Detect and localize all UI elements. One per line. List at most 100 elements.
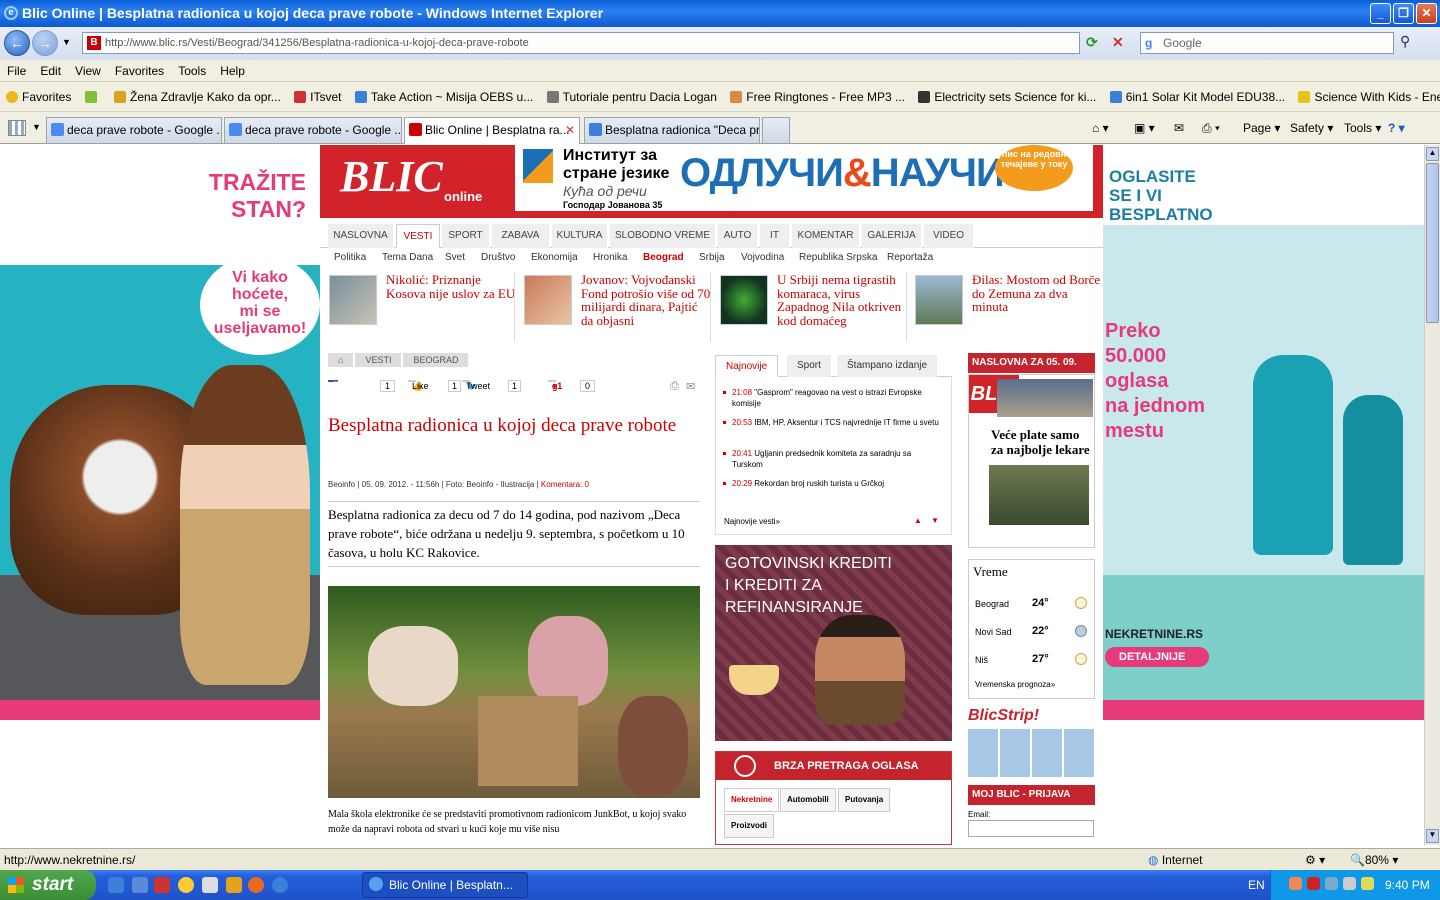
nav-naslovna[interactable]: NASLOVNA [328,224,394,248]
zoom-control[interactable]: 🔍80% ▾ [1350,849,1398,871]
weather-forecast-link[interactable]: Vremenska prognoza» [975,680,1055,689]
subnav-drustvo[interactable]: Društvo [481,252,515,263]
history-dropdown-icon[interactable]: ▼ [62,37,71,47]
quicklaunch-folder-icon[interactable] [226,877,242,893]
fav-item-3[interactable]: Take Action ~ Misija OEBS u... [354,82,543,111]
nav-vesti[interactable]: VESTI [396,224,440,248]
scrollbar-thumb[interactable] [1426,163,1439,323]
network-tray-icon[interactable] [1325,877,1338,890]
quicklaunch-ie-icon[interactable] [108,877,124,893]
tray-icon[interactable] [1361,877,1374,890]
email-input[interactable] [968,820,1094,837]
scroll-up-arrow-icon[interactable]: ▲ [1426,147,1439,161]
headline-text[interactable]: Nikolić: Priznanje Kosova nije uslov za … [386,273,516,300]
breadcrumb-beograd[interactable]: BEOGRAD [403,353,469,367]
headline-text[interactable]: Jovanov: Vojvođanski Fond potrošio više … [581,273,711,327]
menu-tools[interactable]: Tools [171,60,213,82]
quicklaunch-app-icon[interactable] [154,877,170,893]
headline-item[interactable]: Jovanov: Vojvođanski Fond potrošio više … [524,272,711,342]
left-skyscraper-ad[interactable]: TRAŽITE STAN? Vi kako hoćete, mi se useljava… [0,145,320,720]
fav-item-1[interactable]: Žena Zdravlje Kako da opr... [114,82,291,111]
subnav-beograd[interactable]: Beograd [643,252,684,263]
home-icon[interactable]: ⌂ ▾ [1092,118,1109,138]
page-menu[interactable]: Page ▾ [1243,118,1280,138]
nav-kultura[interactable]: KULTURA [552,224,608,248]
search-tab-automobili[interactable]: Automobili [780,788,836,812]
headline-text[interactable]: Đilas: Mostom od Borče do Zemuna za dva … [972,273,1102,314]
back-button[interactable]: ← [4,30,30,56]
menu-view[interactable]: View [68,60,108,82]
nav-auto[interactable]: AUTO [718,224,758,248]
tab-google-1[interactable]: deca prave robote - Google ... [46,117,222,143]
subnav-politika[interactable]: Politika [334,252,366,263]
search-tab-nekretnine[interactable]: Nekretnine [724,788,780,812]
credit-ad[interactable]: GOTOVINSKI KREDITI I KREDITI ZA REFINANS… [715,545,952,741]
mail-icon[interactable]: ✉ [1174,118,1184,138]
menu-favorites[interactable]: Favorites [108,60,171,82]
scroll-up-icon[interactable]: ▲ [914,516,922,525]
nav-komentar[interactable]: KOMENTAR [792,224,860,248]
scroll-down-arrow-icon[interactable]: ▼ [1426,829,1439,843]
address-input[interactable]: B http://www.blic.rs/Vesti/Beograd/34125… [82,32,1080,54]
new-tab-button[interactable] [762,117,790,143]
blicstrip[interactable]: BlicStrip! [968,707,1095,779]
print-article-icon[interactable]: ⎙ [670,380,679,393]
menu-help[interactable]: Help [213,60,252,82]
fav-item-7[interactable]: 6in1 Solar Kit Model EDU38... [1109,82,1295,111]
safety-menu[interactable]: Safety ▾ [1290,118,1333,138]
quicklaunch-doc-icon[interactable] [202,877,218,893]
subnav-srbija[interactable]: Srbija [699,252,725,263]
ati-tray-icon[interactable] [1307,877,1320,890]
tab-google-2[interactable]: deca prave robote - Google ... [224,117,402,143]
meta-comments[interactable]: Komentara: 0 [541,480,589,489]
meta-source[interactable]: Beoinfo [328,480,355,489]
headline-text[interactable]: U Srbiji nema tigrastih komaraca, virus … [777,273,907,327]
search-tab-putovanja[interactable]: Putovanja [838,788,891,812]
nav-sport[interactable]: SPORT [442,224,490,248]
subnav-ekonomija[interactable]: Ekonomija [531,252,578,263]
feeds-icon[interactable]: ▣ ▾ [1134,118,1155,138]
restore-button[interactable]: ❐ [1393,3,1414,24]
help-icon[interactable]: ? ▾ [1388,118,1405,138]
subnav-tema-dana[interactable]: Tema Dana [382,252,433,263]
close-window-button[interactable]: ✕ [1416,3,1437,24]
quicklaunch-firefox-icon[interactable] [248,877,264,893]
taskbar-item-ie[interactable]: Blic Online | Besplatn... [362,872,528,898]
news-item[interactable]: 21:08 "Gasprom" reagovao na vest o istra… [723,387,942,409]
refresh-icon[interactable]: ⟳ [1086,34,1106,52]
nav-it[interactable]: IT [760,224,790,248]
home-icon[interactable]: ⌂ [328,353,354,367]
email-article-icon[interactable]: ✉ [686,380,695,393]
header-banner-ad[interactable]: Институт за стране језике Кућа од речи Го… [515,145,1093,211]
language-indicator[interactable]: EN [1248,870,1265,900]
tab-blic-active[interactable]: Blic Online | Besplatna ra... ✕ [404,117,580,144]
add-favorite-icon[interactable] [84,82,111,111]
nav-galerija[interactable]: GALERIJA [862,224,922,248]
subnav-hronika[interactable]: Hronika [593,252,627,263]
print-icon[interactable]: ⎙ ▾ [1202,118,1220,138]
fav-item-5[interactable]: Free Ringtones - Free MP3 ... [730,82,915,111]
fav-item-8[interactable]: Science With Kids - Energy ... [1298,82,1440,111]
news-item[interactable]: 20:29 Rekordan broj ruskih turista u Grč… [723,478,942,489]
favorites-button[interactable]: Favorites [0,82,81,111]
protected-mode-icon[interactable]: ⚙ ▾ [1305,849,1325,871]
subnav-vojvodina[interactable]: Vojvodina [741,252,784,263]
detaljnije-button[interactable]: DETALJNIJE [1105,647,1209,667]
quick-tabs-icon[interactable] [8,120,26,136]
headline-item[interactable]: U Srbiji nema tigrastih komaraca, virus … [720,272,905,342]
headline-item[interactable]: Nikolić: Priznanje Kosova nije uslov za … [329,272,516,342]
facebook-share-button[interactable]: f Share [328,380,358,390]
fav-item-4[interactable]: Tutoriale pentru Dacia Logan [546,82,727,111]
quicklaunch-desktop-icon[interactable] [132,877,148,893]
fav-item-6[interactable]: Electricity sets Science for ki... [918,82,1106,111]
tab-besplatna[interactable]: Besplatna radionica "Deca pr... [584,117,760,143]
fav-item-2[interactable]: ITsvet [294,82,351,111]
search-go-icon[interactable]: ⚲ [1400,33,1410,50]
scroll-down-icon[interactable]: ▼ [931,516,939,525]
tray-icon[interactable] [1343,877,1356,890]
start-button[interactable]: start [0,870,96,900]
nav-video[interactable]: VIDEO [924,224,974,248]
quicklaunch-media-icon[interactable] [178,877,194,893]
stop-icon[interactable]: ✕ [1112,34,1132,52]
headline-item[interactable]: Đilas: Mostom od Borče do Zemuna za dva … [915,272,1100,342]
